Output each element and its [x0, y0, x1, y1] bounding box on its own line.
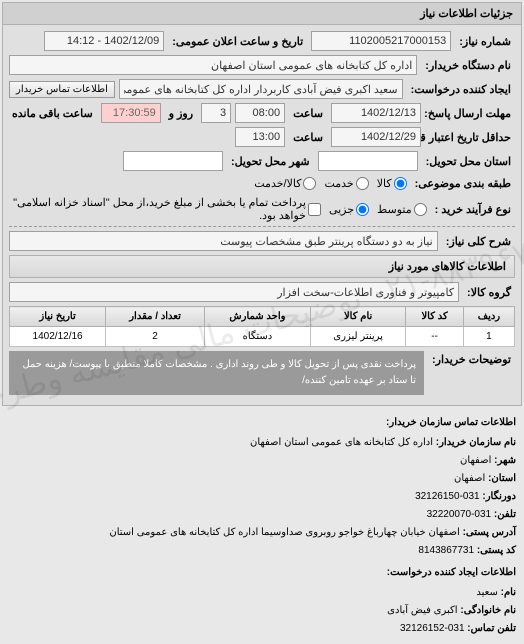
subject-radio-group: کالا خدمت کالا/خدمت	[254, 177, 406, 190]
row-validity: حداقل تاریخ اعتبار قیمت: تا تاریخ: ساعت	[9, 127, 515, 147]
goods-section-title: اطلاعات کالاهای مورد نیاز	[9, 255, 515, 278]
radio-kala-khadamat[interactable]: کالا/خدمت	[254, 177, 316, 190]
contact-title: اطلاعات تماس سازمان خریدار:	[8, 414, 516, 432]
row-deadline: مهلت ارسال پاسخ: تا تاریخ: ساعت روز و سا…	[9, 103, 515, 123]
location-city-input[interactable]	[123, 151, 223, 171]
announce-input	[44, 31, 164, 51]
radio-partial[interactable]: جزیی	[329, 203, 369, 216]
table-header-row: ردیف کد کالا نام کالا واحد شمارش تعداد /…	[10, 307, 515, 327]
validity-date-input	[331, 127, 421, 147]
td-qty: 2	[106, 327, 205, 347]
pasokh-time-label: ساعت	[289, 105, 327, 122]
main-panel: جزئیات اطلاعات نیاز شماره نیاز: تاریخ و …	[2, 2, 522, 406]
announce-label: تاریخ و ساعت اعلان عمومی:	[168, 33, 307, 50]
divider	[9, 226, 515, 227]
contact-postal: کد پستی: 8143867731	[8, 542, 516, 560]
row-amount: نوع فرآیند خرید : متوسط جزیی پرداخت تمام…	[9, 196, 515, 222]
buyer-device-label: نام دستگاه خریدار:	[421, 57, 515, 74]
check-desc-input[interactable]	[308, 203, 321, 216]
remain-days-label: روز و	[165, 105, 197, 122]
contact-state: استان: اصفهان	[8, 470, 516, 488]
radio-kala[interactable]: کالا	[377, 177, 407, 190]
panel-title: جزئیات اطلاعات نیاز	[3, 3, 521, 25]
goods-table: ردیف کد کالا نام کالا واحد شمارش تعداد /…	[9, 306, 515, 347]
subject-type-label: طبقه بندی موضوعی:	[411, 175, 515, 192]
table-row[interactable]: 1 -- پرینتر لیزری دستگاه 2 1402/12/16	[10, 327, 515, 347]
contact-phone: تلفن تماس: 031-32126152	[8, 620, 516, 638]
location-state-input[interactable]	[318, 151, 418, 171]
amount-radio-group: متوسط جزیی پرداخت تمام یا بخشی از مبلغ خ…	[9, 196, 427, 222]
check-desc[interactable]: پرداخت تمام یا بخشی از مبلغ خرید،از محل …	[9, 196, 321, 222]
buyer-notes-label: توضیحات خریدار:	[428, 351, 515, 368]
th-unit: واحد شمارش	[204, 307, 310, 327]
radio-kala-khadamat-input[interactable]	[303, 177, 316, 190]
pasokh-label: مهلت ارسال پاسخ: تا تاریخ:	[425, 105, 515, 122]
row-need-desc: شرح کلی نیاز:	[9, 231, 515, 251]
remain-days-input	[201, 103, 231, 123]
radio-medium[interactable]: متوسط	[377, 203, 427, 216]
location-state-label: استان محل تحویل:	[422, 153, 515, 170]
radio-kala-input[interactable]	[394, 177, 407, 190]
row-creator: ایجاد کننده درخواست: اطلاعات تماس خریدار	[9, 79, 515, 99]
remain-text: ساعت باقی مانده	[8, 105, 97, 122]
row-buyer-notes: توضیحات خریدار: پرداخت نقدی پس از تحویل …	[9, 351, 515, 395]
radio-khadamat-input[interactable]	[356, 177, 369, 190]
validity-label: حداقل تاریخ اعتبار قیمت: تا تاریخ:	[425, 129, 515, 146]
creator-contact-title: اطلاعات ایجاد کننده درخواست:	[8, 564, 516, 582]
td-code: --	[406, 327, 463, 347]
contact-buyer-button[interactable]: اطلاعات تماس خریدار	[9, 81, 115, 98]
creator-label: ایجاد کننده درخواست:	[407, 81, 515, 98]
pasokh-time-input	[235, 103, 285, 123]
goods-group-label: گروه کالا:	[463, 284, 515, 301]
radio-medium-input[interactable]	[414, 203, 427, 216]
contact-family: نام خانوادگی: اکبری فیض آبادی	[8, 602, 516, 620]
goods-group-input	[9, 282, 459, 302]
td-unit: دستگاه	[204, 327, 310, 347]
th-code: کد کالا	[406, 307, 463, 327]
th-row: ردیف	[463, 307, 514, 327]
row-goods-group: گروه کالا:	[9, 282, 515, 302]
buyer-notes-value: پرداخت نقدی پس از تحویل کالا و طی روند ا…	[9, 351, 424, 395]
th-name: نام کالا	[310, 307, 405, 327]
row-buyer: نام دستگاه خریدار:	[9, 55, 515, 75]
radio-khadamat[interactable]: خدمت	[324, 177, 368, 190]
td-name: پرینتر لیزری	[310, 327, 405, 347]
contact-city: شهر: اصفهان	[8, 452, 516, 470]
number-label: شماره نیاز:	[455, 33, 515, 50]
creator-input	[119, 79, 403, 99]
location-city-label: شهر محل تحویل:	[227, 153, 314, 170]
remain-time-input	[101, 103, 161, 123]
contact-section: اطلاعات تماس سازمان خریدار: نام سازمان خ…	[0, 408, 524, 644]
contact-fax: دورنگار: 031-32126150	[8, 488, 516, 506]
row-subject: طبقه بندی موضوعی: کالا خدمت کالا/خدمت	[9, 175, 515, 192]
th-date: تاریخ نیاز	[10, 307, 106, 327]
td-date: 1402/12/16	[10, 327, 106, 347]
radio-partial-input[interactable]	[356, 203, 369, 216]
amount-type-label: نوع فرآیند خرید :	[431, 201, 515, 218]
row-location: استان محل تحویل: شهر محل تحویل:	[9, 151, 515, 171]
validity-time-label: ساعت	[289, 129, 327, 146]
contact-address: آدرس پستی: اصفهان خیابان چهارباغ خواجو ر…	[8, 524, 516, 542]
contact-tel: تلفن: 031-32220070	[8, 506, 516, 524]
validity-time-input	[235, 127, 285, 147]
row-number: شماره نیاز: تاریخ و ساعت اعلان عمومی:	[9, 31, 515, 51]
number-input	[311, 31, 451, 51]
buyer-device-input	[9, 55, 417, 75]
need-desc-label: شرح کلی نیاز:	[442, 233, 515, 250]
need-desc-input	[9, 231, 438, 251]
td-row: 1	[463, 327, 514, 347]
th-qty: تعداد / مقدار	[106, 307, 205, 327]
contact-name: نام: سعید	[8, 584, 516, 602]
contact-org: نام سازمان خریدار: اداره کل کتابخانه های…	[8, 434, 516, 452]
pasokh-date-input	[331, 103, 421, 123]
